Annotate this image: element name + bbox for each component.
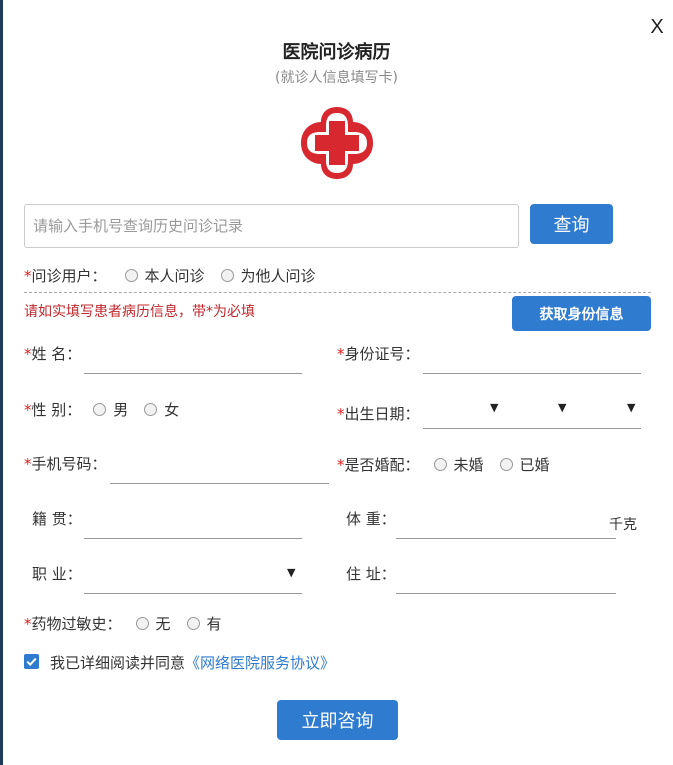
- birth-date-label: *出生日期：: [337, 403, 420, 424]
- label-text: 出生日期：: [344, 405, 420, 423]
- gender-label: 性 别：: [31, 401, 82, 419]
- radio-circle-icon[interactable]: [144, 403, 158, 416]
- occupation-label: 职 业：: [32, 565, 82, 583]
- birth-month-dropdown[interactable]: ▼: [558, 401, 566, 414]
- radio-gender-male[interactable]: 男: [93, 399, 128, 420]
- required-mark: *: [24, 614, 32, 633]
- weight-field[interactable]: [396, 538, 616, 539]
- radio-label: 女: [164, 401, 180, 419]
- radio-allergy-yes[interactable]: 有: [186, 613, 222, 634]
- birth-day-dropdown[interactable]: ▼: [627, 401, 635, 414]
- red-cross-logo-icon: [301, 107, 373, 179]
- label-text: 手机号码：: [31, 455, 107, 473]
- search-button[interactable]: 查询: [530, 204, 613, 244]
- radio-self-consult[interactable]: 本人问诊: [124, 265, 205, 286]
- allergy-row: * 药物过敏史： 无 有: [24, 613, 238, 634]
- name-field[interactable]: [84, 373, 302, 374]
- name-label: *姓 名：: [24, 343, 81, 364]
- id-number-field[interactable]: [423, 373, 641, 374]
- dialog-title: 医院问诊病历: [282, 42, 391, 63]
- label-text: 姓 名：: [31, 345, 82, 363]
- required-mark: *: [24, 345, 32, 363]
- consult-user-label: 问诊用户：: [31, 267, 107, 285]
- dashed-divider: [24, 292, 651, 293]
- gender-row: * 性 别： 男 女: [24, 399, 195, 420]
- radio-circle-icon[interactable]: [499, 458, 513, 471]
- hometown-label: 籍 贯：: [32, 510, 82, 528]
- consult-user-row: * 问诊用户： 本人问诊 为他人问诊: [24, 265, 332, 286]
- radio-label: 为他人问诊: [240, 267, 316, 285]
- birth-year-dropdown[interactable]: ▼: [490, 401, 498, 414]
- radio-married[interactable]: 已婚: [499, 454, 550, 475]
- occupation-field[interactable]: [84, 593, 302, 594]
- radio-circle-icon[interactable]: [124, 269, 138, 282]
- required-mark: *: [337, 455, 345, 474]
- radio-other-consult[interactable]: 为他人问诊: [220, 265, 316, 286]
- background-edge: [0, 0, 3, 765]
- address-field[interactable]: [396, 593, 616, 594]
- label-text: 身份证号：: [344, 345, 420, 363]
- radio-circle-icon[interactable]: [93, 403, 107, 416]
- radio-label: 男: [113, 401, 129, 419]
- required-notice: 请如实填写患者病历信息，带*为必填: [24, 304, 255, 320]
- agreement-checkbox[interactable]: [24, 654, 39, 669]
- agreement-label: 我已详细阅读并同意: [50, 654, 186, 672]
- radio-circle-icon[interactable]: [135, 617, 149, 630]
- radio-circle-icon[interactable]: [186, 617, 200, 630]
- radio-circle-icon[interactable]: [220, 269, 234, 282]
- allergy-label: 药物过敏史：: [31, 615, 122, 633]
- required-mark: *: [24, 455, 32, 473]
- radio-allergy-none[interactable]: 无: [135, 613, 171, 634]
- required-mark: *: [24, 266, 32, 285]
- address-label: 住 址：: [346, 565, 396, 583]
- radio-label: 有: [206, 615, 222, 633]
- married-row: * 是否婚配： 未婚 已婚: [337, 454, 566, 475]
- phone-label: *手机号码：: [24, 453, 107, 474]
- close-button[interactable]: X: [646, 14, 668, 40]
- radio-unmarried[interactable]: 未婚: [433, 454, 484, 475]
- checkmark-icon: [26, 657, 37, 667]
- submit-consult-button[interactable]: 立即咨询: [277, 700, 398, 740]
- agreement-text: 我已详细阅读并同意《网络医院服务协议》: [50, 652, 335, 673]
- birth-date-field: [423, 428, 641, 429]
- radio-gender-female[interactable]: 女: [144, 399, 179, 420]
- radio-circle-icon[interactable]: [433, 458, 447, 471]
- service-agreement-link[interactable]: 《网络医院服务协议》: [185, 654, 335, 672]
- hometown-field[interactable]: [84, 538, 302, 539]
- radio-label: 本人问诊: [144, 267, 205, 285]
- phone-search-input[interactable]: [24, 204, 519, 248]
- weight-unit: 千克: [609, 517, 637, 533]
- required-mark: *: [337, 345, 345, 363]
- required-mark: *: [337, 405, 345, 423]
- phone-field[interactable]: [110, 483, 329, 484]
- married-label: 是否婚配：: [344, 456, 420, 474]
- consultation-dialog: X 医院问诊病历 (就诊人信息填写卡) 查询 * 问诊用户： 本人问诊 为他人问…: [0, 0, 673, 765]
- weight-label: 体 重：: [346, 510, 396, 528]
- radio-label: 未婚: [453, 456, 484, 474]
- id-number-label: *身份证号：: [337, 343, 420, 364]
- radio-label: 已婚: [519, 456, 550, 474]
- occupation-dropdown[interactable]: ▼: [287, 566, 295, 579]
- fetch-identity-button[interactable]: 获取身份信息: [512, 296, 651, 331]
- dialog-subtitle: (就诊人信息填写卡): [275, 70, 398, 86]
- required-mark: *: [24, 400, 32, 419]
- radio-label: 无: [155, 615, 171, 633]
